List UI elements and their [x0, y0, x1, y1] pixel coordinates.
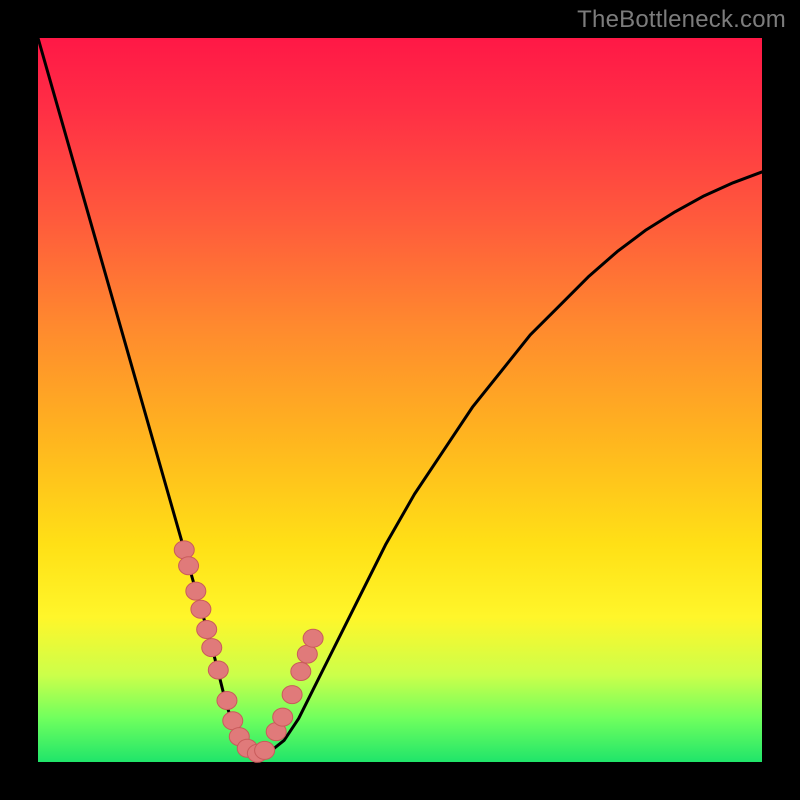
marker-point	[174, 541, 194, 559]
marker-point	[179, 557, 199, 575]
bottleneck-curve	[38, 38, 762, 755]
marker-point	[197, 621, 217, 639]
marker-point	[297, 645, 317, 663]
marker-point	[291, 663, 311, 681]
curve-path	[38, 38, 762, 755]
watermark-label: TheBottleneck.com	[577, 6, 786, 34]
marker-point	[191, 600, 211, 618]
marker-point	[273, 708, 293, 726]
highlight-markers	[174, 541, 323, 762]
marker-point	[255, 741, 275, 759]
marker-point	[186, 582, 206, 600]
chart-svg	[0, 0, 800, 800]
marker-point	[202, 639, 222, 657]
marker-point	[217, 691, 237, 709]
marker-point	[223, 712, 243, 730]
marker-point	[282, 686, 302, 704]
marker-point	[208, 661, 228, 679]
chart-frame: TheBottleneck.com	[0, 0, 800, 800]
marker-point	[303, 629, 323, 647]
